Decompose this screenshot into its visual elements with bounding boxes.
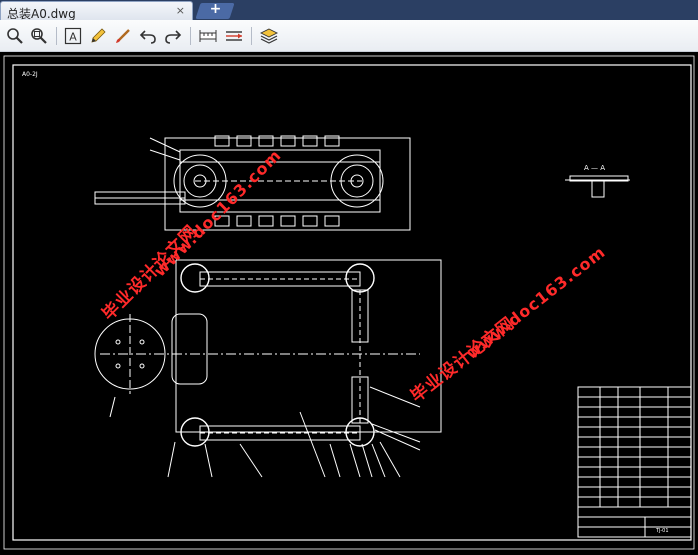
plus-icon: +: [209, 1, 222, 17]
corner-label: A0-2J: [22, 71, 38, 78]
zoom-icon[interactable]: [4, 25, 26, 47]
toolbar-separator: [190, 27, 191, 45]
undo-icon[interactable]: [137, 25, 159, 47]
redo-icon[interactable]: [162, 25, 184, 47]
tab-drawing[interactable]: 总装A0.dwg ×: [0, 1, 193, 21]
brush-icon[interactable]: [112, 25, 134, 47]
zoom-window-icon[interactable]: [28, 25, 50, 47]
toolbar: A: [0, 20, 698, 52]
section-label: A — A: [584, 164, 605, 172]
titleblock-label: TJ-01: [655, 528, 669, 534]
toolbar-separator: [251, 27, 252, 45]
dimension-icon[interactable]: [223, 25, 245, 47]
close-icon[interactable]: ×: [176, 4, 185, 17]
new-tab-button[interactable]: +: [195, 1, 235, 19]
svg-text:A: A: [69, 31, 77, 44]
text-icon[interactable]: A: [62, 25, 84, 47]
tab-bar: 总装A0.dwg × +: [0, 0, 698, 21]
drawing-canvas[interactable]: A0-2J A — A TJ-01 毕业设计论文网 www.doc163.com…: [0, 52, 698, 555]
layers-icon[interactable]: [258, 25, 280, 47]
toolbar-separator: [56, 27, 57, 45]
measure-icon[interactable]: [197, 25, 219, 47]
pencil-icon[interactable]: [87, 25, 109, 47]
